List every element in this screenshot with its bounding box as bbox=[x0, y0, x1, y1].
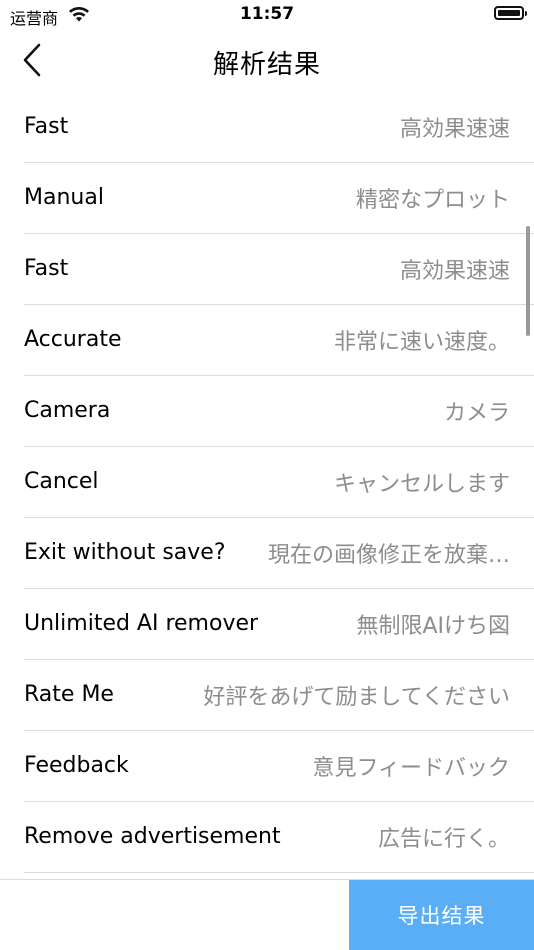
list-item[interactable]: Remove advertisement 広告に行く。 bbox=[24, 801, 534, 873]
item-label: Rate Me bbox=[24, 682, 114, 707]
battery-icon bbox=[494, 6, 527, 20]
item-value: 広告に行く。 bbox=[377, 826, 510, 852]
item-label: Remove advertisement bbox=[24, 824, 281, 849]
list-item[interactable]: Fast 高効果速速 bbox=[24, 233, 534, 305]
item-label: Manual bbox=[24, 185, 104, 210]
item-label: Camera bbox=[24, 398, 111, 423]
scroll-indicator[interactable] bbox=[526, 226, 530, 336]
item-value: 好評をあげて励ましてください bbox=[203, 684, 510, 710]
navigation-bar: 解析结果 bbox=[0, 30, 534, 91]
item-value: 非常に速い速度。 bbox=[333, 329, 510, 355]
status-time: 11:57 bbox=[239, 4, 295, 24]
item-label: Feedback bbox=[24, 753, 129, 778]
status-bar: 运营商 11:57 bbox=[0, 0, 534, 30]
list-item[interactable]: Fast 高効果速速 bbox=[24, 91, 534, 163]
item-value: 高効果速速 bbox=[399, 258, 510, 284]
list-item[interactable]: Unlimited AI remover 無制限AIけち図 bbox=[24, 588, 534, 660]
item-label: Cancel bbox=[24, 469, 99, 494]
item-value: 現在の画像修正を放棄… bbox=[267, 542, 510, 568]
list-item[interactable]: Feedback 意見フィードバック bbox=[24, 730, 534, 802]
item-label: Fast bbox=[24, 256, 69, 281]
item-label: Unlimited AI remover bbox=[24, 611, 259, 636]
list-item[interactable]: Manual 精密なプロット bbox=[24, 162, 534, 234]
list-item[interactable]: Accurate 非常に速い速度。 bbox=[24, 304, 534, 376]
item-label: Accurate bbox=[24, 327, 122, 352]
item-value: 精密なプロット bbox=[355, 187, 510, 213]
export-results-button[interactable]: 导出结果 bbox=[349, 880, 534, 950]
list-item[interactable]: Camera カメラ bbox=[24, 375, 534, 447]
item-value: 高効果速速 bbox=[399, 116, 510, 142]
list-item[interactable]: Exit without save? 現在の画像修正を放棄… bbox=[24, 517, 534, 589]
item-value: 意見フィードバック bbox=[312, 755, 510, 781]
list-item[interactable]: Rate Me 好評をあげて励ましてください bbox=[24, 659, 534, 731]
list-item[interactable]: Cancel キャンセルします bbox=[24, 446, 534, 518]
item-value: 無制限AIけち図 bbox=[356, 613, 510, 639]
item-value: キャンセルします bbox=[333, 471, 510, 497]
item-label: Exit without save? bbox=[24, 540, 226, 565]
page-title: 解析结果 bbox=[212, 50, 321, 80]
item-label: Fast bbox=[24, 114, 69, 139]
result-list[interactable]: Fast 高効果速速 Manual 精密なプロット Fast 高効果速速 Acc… bbox=[0, 91, 534, 880]
item-value: カメラ bbox=[443, 400, 510, 426]
